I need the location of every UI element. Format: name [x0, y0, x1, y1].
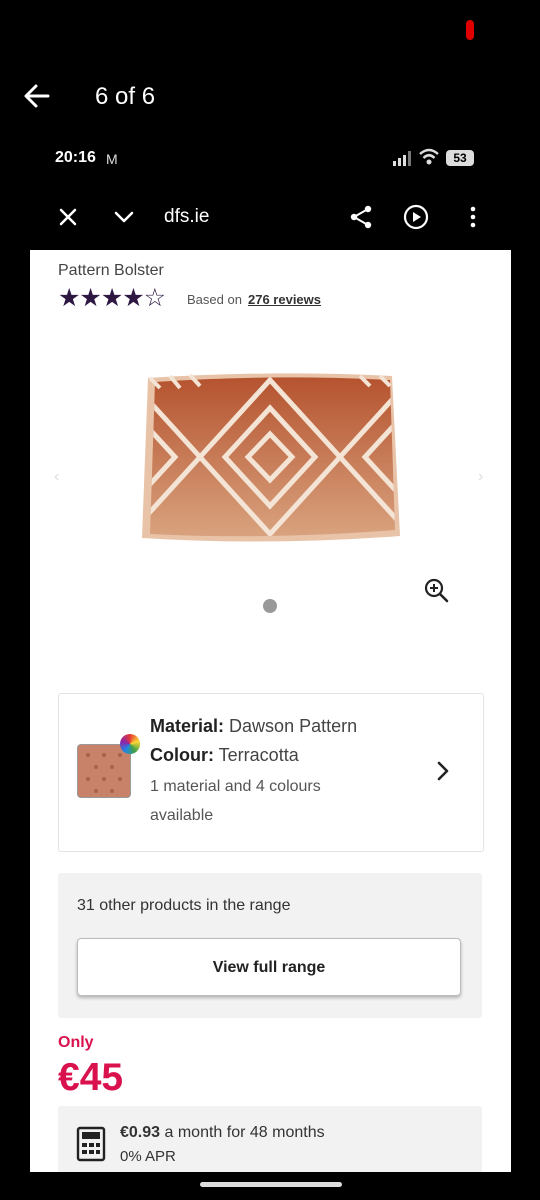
chevron-down-icon[interactable] [110, 203, 138, 231]
gmail-notification-icon: M [106, 151, 118, 167]
calculator-icon [76, 1126, 106, 1162]
availability-text: 1 material and 4 colours available [150, 778, 321, 824]
finance-line: €0.93 a month for 48 months [120, 1124, 325, 1142]
view-full-range-button[interactable]: View full range [77, 938, 461, 996]
web-page: Pattern Bolster ★★★★☆ Based on 276 revie… [30, 250, 511, 1172]
reviews-link[interactable]: 276 reviews [248, 292, 321, 307]
finance-amount: €0.93 [120, 1124, 161, 1141]
more-options-icon[interactable] [459, 203, 487, 231]
material-line: Material: Dawson Pattern [150, 716, 357, 737]
zoom-in-icon[interactable] [422, 576, 450, 604]
only-label: Only [58, 1034, 94, 1051]
fabric-swatch [77, 744, 131, 798]
colour-value: Terracotta [218, 745, 299, 765]
signal-icon [393, 151, 411, 166]
recording-indicator [466, 20, 474, 40]
material-value: Dawson Pattern [229, 716, 358, 736]
chevron-right-icon[interactable] [434, 760, 452, 782]
play-icon[interactable] [402, 203, 430, 231]
url-text[interactable]: dfs.ie [164, 206, 209, 228]
product-title: Pattern Bolster [58, 262, 164, 279]
colour-wheel-icon [120, 734, 140, 754]
status-time: 20:16 [55, 149, 96, 166]
range-count-text: 31 other products in the range [77, 897, 291, 914]
apr-text: 0% APR [120, 1148, 176, 1165]
gallery-counter: 6 of 6 [95, 83, 156, 110]
carousel-dot[interactable] [263, 599, 277, 613]
material-colour-card[interactable]: Material: Dawson Pattern Colour: Terraco… [58, 693, 484, 852]
close-icon[interactable] [54, 203, 82, 231]
wifi-icon [419, 148, 439, 165]
colour-line: Colour: Terracotta [150, 745, 299, 766]
finance-text: a month for 48 months [164, 1124, 325, 1141]
home-indicator[interactable] [200, 1182, 342, 1187]
share-icon[interactable] [347, 203, 375, 231]
back-arrow-icon[interactable] [22, 82, 52, 110]
battery-indicator: 53 [446, 150, 474, 166]
price: €45 [58, 1056, 124, 1099]
material-label: Material: [150, 716, 225, 736]
rating-stars-icon: ★★★★☆ [58, 284, 166, 312]
reviews-prefix: Based on [187, 292, 242, 307]
finance-section[interactable]: €0.93 a month for 48 months 0% APR [58, 1106, 482, 1172]
colour-label: Colour: [150, 745, 214, 765]
range-section: 31 other products in the range View full… [58, 873, 482, 1018]
